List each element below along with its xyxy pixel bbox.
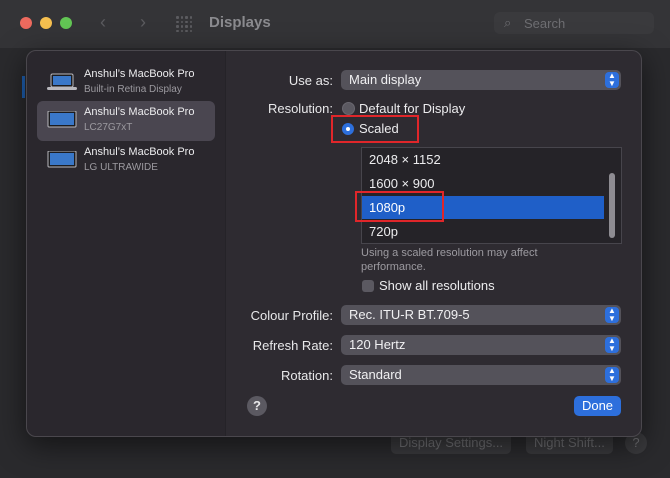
display-subtitle: LC27G7xT — [84, 122, 133, 133]
monitor-icon — [47, 111, 77, 128]
scaled-highlight-box — [331, 115, 419, 143]
display-name: Anshul’s MacBook Pro — [84, 106, 195, 118]
resolution-row[interactable]: 2048 × 1152 — [362, 148, 604, 171]
display-list-sidebar: Anshul’s MacBook Pro Built-in Retina Dis… — [27, 51, 226, 436]
chevron-left-icon[interactable]: ‹ — [100, 12, 106, 33]
rotation-value: Standard — [349, 367, 402, 382]
resolution-highlight-box — [355, 191, 444, 222]
search-field[interactable]: ⌕ Search — [494, 12, 654, 34]
use-as-value: Main display — [349, 72, 422, 87]
search-icon: ⌕ — [504, 15, 512, 30]
popup-chevron-icon: ▲ ▼ — [605, 337, 619, 353]
done-button[interactable]: Done — [574, 396, 621, 416]
show-all-label[interactable]: Show all resolutions — [379, 278, 495, 293]
display-settings-sheet: Anshul’s MacBook Pro Built-in Retina Dis… — [26, 50, 642, 437]
resolution-label: Resolution: — [267, 101, 333, 116]
chevron-right-icon[interactable]: › — [140, 12, 146, 33]
resolution-row[interactable]: 720p — [362, 220, 604, 243]
scaled-note: Using a scaled resolution may affect per… — [361, 247, 538, 273]
resolution-default-label[interactable]: Default for Display — [359, 101, 465, 116]
refresh-rate-label: Refresh Rate: — [252, 338, 333, 353]
laptop-icon — [47, 73, 77, 90]
show-all-checkbox[interactable] — [362, 280, 374, 292]
popup-chevron-icon: ▲ ▼ — [605, 307, 619, 323]
display-name: Anshul’s MacBook Pro — [84, 146, 195, 158]
list-scrollbar[interactable] — [609, 173, 615, 238]
rotation-popup[interactable]: Standard ▲ ▼ — [341, 365, 621, 385]
title-bar: ‹ › Displays ⌕ Search — [0, 0, 670, 48]
minimize-window-icon[interactable] — [40, 17, 52, 29]
display-item-builtin[interactable]: Anshul’s MacBook Pro Built-in Retina Dis… — [37, 63, 215, 103]
zoom-window-icon[interactable] — [60, 17, 72, 29]
window-title: Displays — [209, 14, 271, 31]
search-placeholder: Search — [524, 16, 566, 31]
use-as-popup[interactable]: Main display ▲ ▼ — [341, 70, 621, 90]
use-as-label: Use as: — [288, 73, 333, 88]
background-selection-indicator — [22, 76, 25, 98]
help-button[interactable]: ? — [247, 396, 267, 416]
colour-profile-label: Colour Profile: — [250, 308, 333, 323]
display-subtitle: LG ULTRAWIDE — [84, 162, 158, 173]
popup-chevron-icon: ▲ ▼ — [605, 367, 619, 383]
colour-profile-value: Rec. ITU-R BT.709-5 — [349, 307, 470, 322]
rotation-label: Rotation: — [280, 368, 333, 383]
display-item-lc27g7xt[interactable]: Anshul’s MacBook Pro LC27G7xT — [37, 101, 215, 141]
monitor-icon — [47, 151, 77, 168]
display-item-lg-ultrawide[interactable]: Anshul’s MacBook Pro LG ULTRAWIDE — [37, 141, 215, 181]
display-name: Anshul’s MacBook Pro — [84, 68, 195, 80]
refresh-rate-value: 120 Hertz — [349, 337, 406, 352]
refresh-rate-popup[interactable]: 120 Hertz ▲ ▼ — [341, 335, 621, 355]
display-subtitle: Built-in Retina Display — [84, 84, 182, 95]
popup-chevron-icon: ▲ ▼ — [605, 72, 619, 88]
colour-profile-popup[interactable]: Rec. ITU-R BT.709-5 ▲ ▼ — [341, 305, 621, 325]
resolution-default-radio[interactable] — [342, 102, 355, 115]
grid-icon[interactable] — [176, 16, 192, 32]
close-window-icon[interactable] — [20, 17, 32, 29]
